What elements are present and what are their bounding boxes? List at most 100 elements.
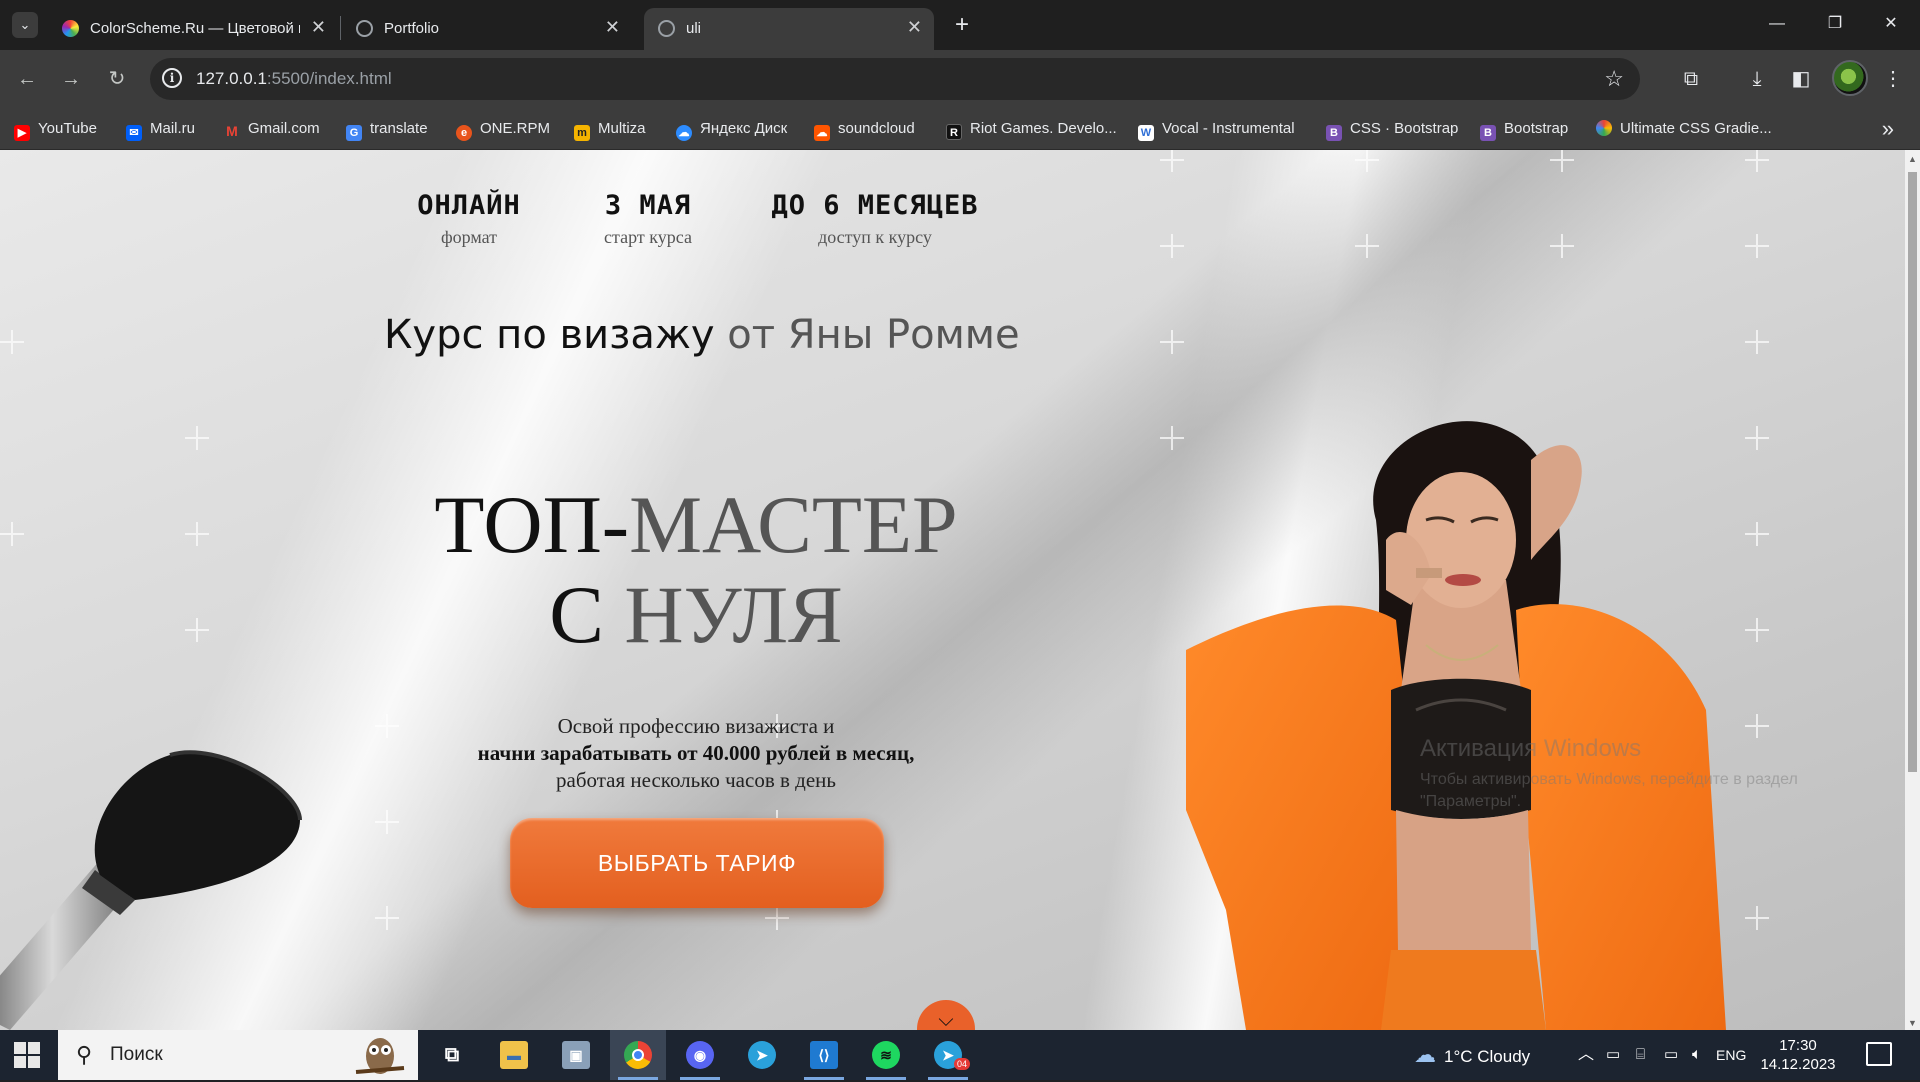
notification-icon[interactable] [1866, 1042, 1892, 1066]
sparkle-decoration [1550, 150, 1574, 172]
volume-icon[interactable]: 🔈︎ [1692, 1030, 1702, 1080]
bookmark-youtube[interactable]: ▶ YouTube [14, 108, 97, 150]
photos-icon: ▣ [562, 1041, 590, 1069]
choose-tariff-button[interactable]: ВЫБРАТЬ ТАРИФ [510, 818, 884, 908]
vscode-button[interactable]: ⟨⟩ [796, 1030, 852, 1080]
tab-portfolio[interactable]: Portfolio ✕ [342, 8, 632, 50]
hero-description: Освой профессию визажиста и начни зараба… [477, 714, 915, 792]
sparkle-decoration [0, 522, 24, 546]
bookmark-css-gradient[interactable]: Ultimate CSS Gradie... [1596, 108, 1772, 150]
onerpm-icon: e [456, 125, 472, 141]
fact-subtitle: доступ к курсу [818, 227, 932, 247]
mailru-icon: ✉ [126, 125, 142, 141]
bookmark-yandex-disk[interactable]: ☁ Яндекс Диск [676, 108, 787, 150]
bootstrap-icon: B [1326, 125, 1342, 141]
fact-title: 3 МАЯ [604, 190, 692, 221]
bookmark-css-bootstrap[interactable]: B CSS · Bootstrap [1326, 108, 1458, 150]
new-tab-button[interactable]: + [948, 12, 976, 40]
extensions-icon[interactable]: ⧉ [1676, 64, 1706, 94]
minimize-button[interactable]: — [1748, 0, 1806, 48]
yandex-disk-icon: ☁ [676, 125, 692, 141]
sparkle-decoration [185, 426, 209, 450]
page-content: ОНЛАЙН формат 3 МАЯ старт курса ДО 6 МЕС… [0, 150, 1905, 1030]
sparkle-decoration [1550, 234, 1574, 258]
spotify-icon: ≋ [872, 1041, 900, 1069]
more-bookmarks-icon[interactable]: » [1882, 116, 1894, 142]
file-explorer-button[interactable]: ▬ [486, 1030, 542, 1080]
bookmark-translate[interactable]: Gtranslate [346, 108, 428, 150]
bookmark-multiza[interactable]: m Multiza [574, 108, 646, 150]
profile-avatar[interactable] [1832, 60, 1868, 96]
bookmarks-bar: ▶ YouTube ✉ Mail.ru M Gmail.com Gtranslate … [0, 108, 1920, 150]
back-button[interactable]: ← [12, 64, 42, 94]
tab-uli[interactable]: uli ✕ [644, 8, 934, 50]
bookmark-mailru[interactable]: ✉ Mail.ru [126, 108, 195, 150]
soundcloud-icon: ☁ [814, 125, 830, 141]
bookmark-gmail[interactable]: M Gmail.com [224, 108, 320, 150]
site-info-icon[interactable]: i [162, 68, 182, 88]
close-tab-icon[interactable]: ✕ [311, 17, 326, 38]
close-window-button[interactable]: ✕ [1862, 0, 1920, 48]
fact-start: 3 МАЯ старт курса [580, 190, 716, 248]
unread-badge: 04 [954, 1058, 971, 1070]
spotify-button[interactable]: ≋ [858, 1030, 914, 1080]
chrome-button[interactable] [610, 1030, 666, 1080]
forward-button[interactable]: → [56, 64, 86, 94]
close-tab-icon[interactable]: ✕ [605, 17, 620, 38]
telegram-button[interactable]: ➤ [734, 1030, 790, 1080]
download-icon[interactable]: ⤓ [1742, 64, 1772, 94]
sparkle-decoration [1355, 234, 1379, 258]
task-view-button[interactable]: ⧉ [424, 1030, 480, 1080]
taskbar-search[interactable]: ⚲ Поиск [58, 1030, 418, 1080]
battery-icon[interactable]: ▭ [1664, 1030, 1678, 1080]
reload-button[interactable]: ↻ [102, 64, 132, 94]
network-icon[interactable]: ⌸ [1636, 1030, 1645, 1080]
address-bar[interactable]: i 127.0.0.1:5500/index.html ☆ [150, 58, 1640, 100]
vscode-icon: ⟨⟩ [810, 1041, 838, 1069]
search-placeholder: Поиск [110, 1044, 163, 1065]
discord-button[interactable]: ◉ [672, 1030, 728, 1080]
sparkle-decoration [1355, 150, 1379, 172]
tab-title: ColorScheme.Ru — Цветовой к [90, 20, 300, 37]
tab-colorscheme[interactable]: ColorScheme.Ru — Цветовой к ✕ [48, 8, 338, 50]
page-scrollbar[interactable]: ▲ ▼ [1905, 150, 1920, 1030]
sparkle-decoration [0, 330, 24, 354]
scroll-down-button[interactable]: ⌵ [917, 1000, 975, 1030]
photos-button[interactable]: ▣ [548, 1030, 604, 1080]
close-tab-icon[interactable]: ✕ [907, 17, 922, 38]
tab-search-button[interactable]: ⌄ [12, 12, 38, 38]
sparkle-decoration [1745, 330, 1769, 354]
sparkle-decoration [765, 906, 789, 930]
scroll-up-arrow-icon[interactable]: ▲ [1908, 154, 1917, 164]
weather-widget[interactable]: ☁ 1°C Cloudy [1414, 1030, 1530, 1080]
bookmark-riot[interactable]: R Riot Games. Develo... [946, 108, 1117, 150]
restore-button[interactable]: ❐ [1806, 0, 1864, 48]
colorwheel-icon [62, 20, 79, 37]
scroll-down-arrow-icon[interactable]: ▼ [1908, 1018, 1917, 1028]
telegram-button-2[interactable]: ➤ 04 [920, 1030, 976, 1080]
telegram-icon: ➤ [748, 1041, 776, 1069]
url-text[interactable]: 127.0.0.1:5500/index.html [196, 69, 392, 89]
makeup-brush-image [0, 750, 302, 1030]
windows-start-icon[interactable] [14, 1042, 40, 1068]
bootstrap-icon: B [1480, 125, 1496, 141]
scrollbar-thumb[interactable] [1908, 172, 1917, 772]
sparkle-decoration [375, 810, 399, 834]
bookmark-vocal[interactable]: W Vocal - Instrumental [1138, 108, 1295, 150]
hero-headline: ТОП-МАСТЕР С НУЛЯ [340, 480, 1052, 660]
show-hidden-icons[interactable]: ︿ [1578, 1030, 1594, 1080]
gmail-icon: M [224, 123, 240, 139]
bookmark-bootstrap[interactable]: B Bootstrap [1480, 108, 1568, 150]
bookmark-onerpm[interactable]: e ONE.RPM [456, 108, 550, 150]
meet-icon[interactable]: ▭ [1606, 1030, 1620, 1080]
chrome-icon [624, 1041, 652, 1069]
bookmark-soundcloud[interactable]: ☁ soundcloud [814, 108, 915, 150]
bookmark-star-icon[interactable]: ☆ [1604, 66, 1624, 92]
translate-icon: G [346, 125, 362, 141]
system-clock[interactable]: 17:30 14.12.2023 [1738, 1036, 1858, 1074]
tab-title: uli [686, 20, 702, 37]
side-panel-icon[interactable]: ◧ [1786, 64, 1816, 94]
fact-access: ДО 6 МЕСЯЦЕВ доступ к курсу [762, 190, 988, 248]
menu-icon[interactable]: ⋮ [1878, 64, 1908, 94]
fact-title: ОНЛАЙН [417, 190, 521, 221]
